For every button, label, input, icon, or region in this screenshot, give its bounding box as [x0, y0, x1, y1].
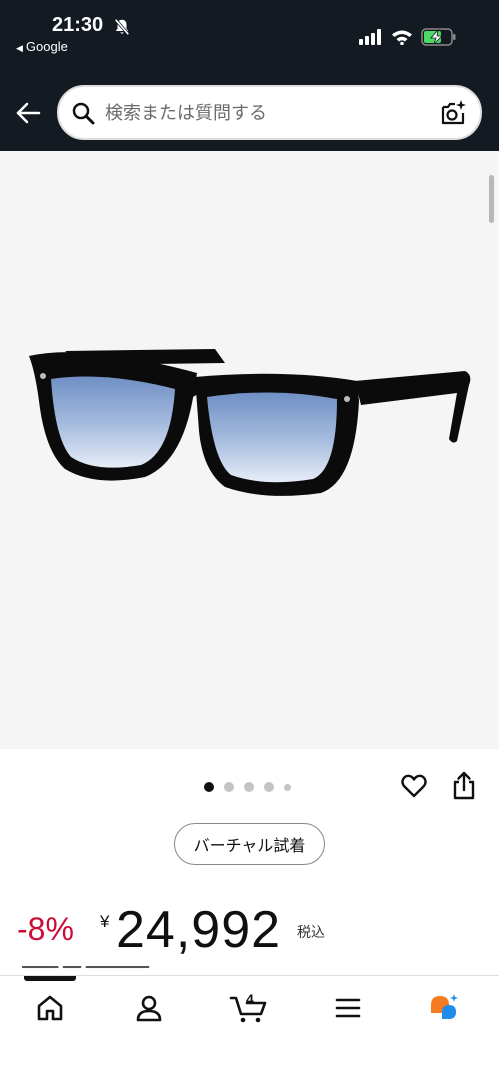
- price-amount: 24,992: [116, 901, 282, 959]
- bottom-navigation: 4: [0, 975, 499, 1080]
- top-header: 21:30 ◀ Google: [0, 0, 499, 151]
- pagination-dot-active[interactable]: [204, 782, 214, 792]
- pagination-dot[interactable]: [244, 782, 254, 792]
- gallery-pagination[interactable]: [204, 782, 291, 792]
- search-icon: [72, 102, 95, 125]
- status-time: 21:30: [52, 14, 104, 36]
- search-bar[interactable]: [57, 85, 482, 140]
- share-icon[interactable]: [451, 771, 477, 801]
- tax-included-label: 税込: [297, 925, 325, 941]
- wifi-icon: [392, 30, 412, 45]
- pagination-dot[interactable]: [264, 782, 274, 792]
- rufus-icon[interactable]: [428, 992, 460, 1024]
- search-input[interactable]: [105, 97, 425, 129]
- active-tab-indicator: [24, 976, 76, 981]
- home-icon[interactable]: [34, 992, 66, 1024]
- menu-icon[interactable]: [332, 992, 364, 1024]
- back-triangle-icon: ◀: [16, 43, 23, 53]
- back-app-label: Google: [25, 39, 68, 54]
- account-icon[interactable]: [133, 992, 165, 1024]
- heart-icon[interactable]: [400, 772, 428, 800]
- virtual-try-on-button[interactable]: バーチャル試着: [174, 823, 325, 865]
- status-icons: [359, 28, 457, 46]
- camera-search-icon[interactable]: [440, 99, 468, 127]
- battery-charging-icon: [421, 28, 456, 46]
- currency-symbol: ¥: [100, 912, 110, 931]
- scroll-indicator: [489, 175, 494, 223]
- pagination-dot[interactable]: [224, 782, 234, 792]
- bell-muted-icon: [114, 18, 130, 36]
- cart-count-badge: 4: [246, 991, 254, 1007]
- back-arrow-icon[interactable]: [14, 99, 42, 127]
- back-to-app-link[interactable]: ◀ Google: [16, 39, 68, 54]
- signal-icon: [359, 29, 381, 45]
- discount-percentage: -8%: [17, 911, 74, 947]
- product-image-carousel[interactable]: [0, 151, 499, 749]
- product-image-sunglasses: [29, 349, 471, 496]
- pagination-dot[interactable]: [284, 783, 291, 791]
